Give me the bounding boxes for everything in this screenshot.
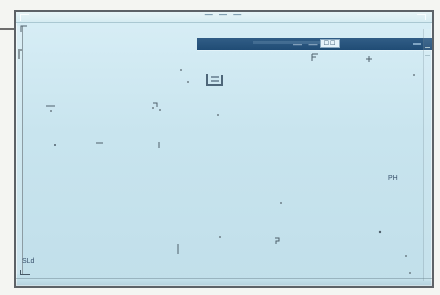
tick-icon — [157, 141, 163, 149]
title-right-corner — [417, 14, 426, 20]
left-bottom-label: SLd — [22, 258, 35, 265]
right-mid-label: PH — [388, 175, 398, 182]
dash-icon — [95, 141, 105, 145]
box-icon[interactable] — [205, 73, 225, 87]
screen: — — — — — ☐☐ PH SLd — [0, 0, 440, 295]
small-dot-icon — [53, 143, 57, 147]
corner-icon — [20, 25, 28, 33]
dot-marker — [187, 81, 189, 83]
dot-marker — [217, 114, 219, 116]
outer-tick-mark — [0, 28, 14, 30]
left-rail-corner — [18, 49, 22, 59]
toolbar-button[interactable]: ☐☐ — [320, 39, 340, 48]
plus-icon[interactable] — [365, 55, 373, 63]
right-scroll-thumb[interactable] — [425, 47, 430, 56]
right-dot-icon — [377, 229, 383, 235]
arrow-icon[interactable] — [310, 53, 320, 63]
window-bottom-edge — [16, 278, 432, 286]
hook-icon — [273, 237, 281, 245]
dot-marker — [180, 69, 182, 71]
window-title: — — — — [204, 10, 244, 19]
slash-icon — [45, 102, 57, 108]
window-titlebar: — — — — [16, 12, 432, 23]
right-scroll-track[interactable] — [423, 29, 432, 281]
toolbar-strip: — — ☐☐ — [197, 38, 432, 50]
dot-marker — [409, 272, 411, 274]
dot-marker — [280, 202, 282, 204]
left-rail — [16, 26, 23, 274]
vertical-mark-icon — [176, 243, 180, 255]
toolbar-label: — — — [293, 39, 320, 49]
dot-marker — [219, 236, 221, 238]
dot-marker — [413, 74, 415, 76]
dot-marker — [50, 110, 52, 112]
bottom-left-mark — [20, 270, 30, 275]
dot-marker — [405, 255, 407, 257]
dot-marker — [159, 109, 161, 111]
dot-marker — [152, 107, 154, 109]
toolbar-dash — [413, 43, 421, 45]
app-window: — — — — — ☐☐ PH SLd — [14, 10, 434, 288]
